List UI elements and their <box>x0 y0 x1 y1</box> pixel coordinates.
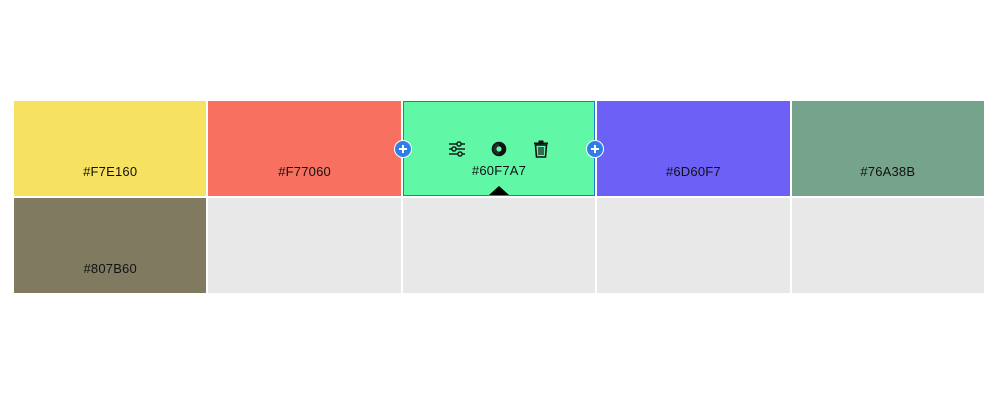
swatch-hex-label: #F7E160 <box>83 164 138 179</box>
swatch-hex-label: #6D60F7 <box>665 164 721 179</box>
plus-icon <box>399 145 407 153</box>
contrast-icon[interactable] <box>490 139 508 159</box>
color-swatch[interactable]: #6D60F7 <box>597 101 790 196</box>
empty-slot <box>791 198 984 293</box>
add-color-right-button[interactable] <box>586 140 604 158</box>
empty-slot <box>208 198 401 293</box>
swatch-hex-label: #807B60 <box>83 261 137 276</box>
color-swatch[interactable]: #76A38B <box>791 101 984 196</box>
swatch-hex-label: #76A38B <box>860 164 916 179</box>
caret-up-icon <box>488 186 509 195</box>
color-swatch-selected[interactable]: #60F7A7 <box>402 101 596 196</box>
swatch-hex-label: #60F7A7 <box>471 163 527 178</box>
add-color-left-button[interactable] <box>394 140 412 158</box>
swatch-hex-label: #F77060 <box>278 164 331 179</box>
swatch-toolbar <box>404 139 594 159</box>
empty-slot <box>402 198 596 293</box>
sliders-icon[interactable] <box>448 139 466 159</box>
plus-icon <box>591 145 599 153</box>
color-swatch[interactable]: #807B60 <box>14 198 207 293</box>
color-swatch[interactable]: #F77060 <box>208 101 401 196</box>
empty-slot <box>597 198 790 293</box>
color-swatch[interactable]: #F7E160 <box>14 101 207 196</box>
trash-icon[interactable] <box>532 139 550 159</box>
palette-grid: #F7E160 #F77060 #60F7A7 #6D60F7 #76A38B … <box>14 101 984 293</box>
